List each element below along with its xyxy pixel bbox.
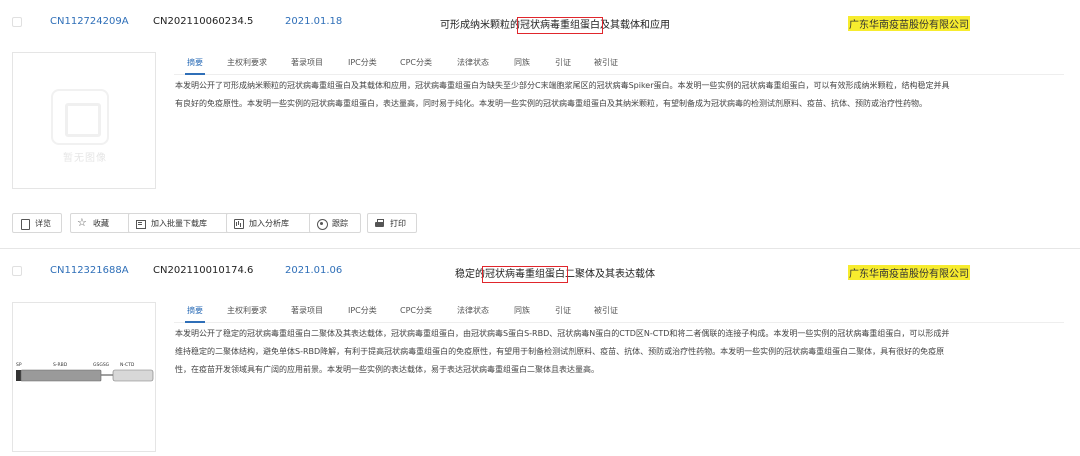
diagram-label: S-RBD bbox=[53, 362, 68, 368]
star-icon bbox=[77, 216, 87, 229]
detail-tabs: 摘要 主权利要求 著录项目 IPC分类 CPC分类 法律状态 同族 引证 被引证 bbox=[174, 53, 1064, 75]
publication-number-link[interactable]: CN112321688A bbox=[50, 265, 129, 276]
diagram-s-rbd-block bbox=[20, 369, 102, 382]
abstract-line: 性，在疫苗开发领域具有广阔的应用前景。本发明一些实例的表达载体，易于表达冠状病毒… bbox=[175, 365, 599, 374]
tab-main-claim[interactable]: 主权利要求 bbox=[227, 305, 267, 316]
abstract-text: 本发明公开了可形成纳米颗粒的冠状病毒重组蛋白及其载体和应用，冠状病毒重组蛋白为缺… bbox=[175, 77, 1065, 113]
diagram-label: SP bbox=[16, 362, 22, 368]
track-icon bbox=[317, 218, 328, 230]
tab-citations[interactable]: 引证 bbox=[555, 305, 571, 316]
result-header: CN112724209A CN202110060234.5 2021.01.18… bbox=[0, 0, 1080, 44]
title-highlight-term: 冠状病毒重组蛋白 bbox=[482, 266, 568, 283]
title-prefix: 可形成纳米颗粒的 bbox=[440, 20, 520, 31]
filing-date: 2021.01.18 bbox=[285, 16, 343, 27]
no-image-text: 暂无图像 bbox=[63, 153, 107, 164]
abstract-line: 本发明公开了稳定的冠状病毒重组蛋白二聚体及其表达载体，冠状病毒重组蛋白，由冠状病… bbox=[175, 329, 950, 338]
detail-tabs: 摘要 主权利要求 著录项目 IPC分类 CPC分类 法律状态 同族 引证 被引证 bbox=[174, 301, 1064, 323]
applicant-name[interactable]: 广东华南疫苗股份有限公司 bbox=[848, 265, 970, 280]
add-analysis-button[interactable]: 加入分析库 bbox=[226, 213, 314, 233]
applicant-name[interactable]: 广东华南疫苗股份有限公司 bbox=[848, 16, 970, 31]
tab-abstract[interactable]: 摘要 bbox=[185, 57, 205, 75]
add-batch-download-button[interactable]: 加入批量下载库 bbox=[128, 213, 230, 233]
diagram-sp-block bbox=[16, 370, 21, 381]
tab-citations[interactable]: 引证 bbox=[555, 57, 571, 68]
track-button[interactable]: 跟踪 bbox=[309, 213, 361, 233]
tab-cpc[interactable]: CPC分类 bbox=[400, 305, 432, 316]
diagram-n-ctd-block bbox=[112, 369, 154, 382]
patent-result-2: CN112321688A CN202110010174.6 2021.01.06… bbox=[0, 248, 1080, 452]
patent-drawing-thumbnail[interactable]: SP S-RBD GSGSG N-CTD bbox=[12, 302, 156, 452]
diagram-label: N-CTD bbox=[120, 362, 135, 368]
tab-family[interactable]: 同族 bbox=[514, 305, 530, 316]
abstract-line: 有良好的免疫原性。本发明一些实例的冠状病毒重组蛋白，表达量高，同时易于纯化。本发… bbox=[175, 99, 927, 108]
print-icon bbox=[375, 218, 384, 228]
patent-title[interactable]: 稳定的冠状病毒重组蛋白二聚体及其表达载体 bbox=[455, 265, 655, 283]
patent-thumbnail-placeholder[interactable]: 暂无图像 bbox=[12, 52, 156, 189]
detail-icon bbox=[20, 218, 30, 230]
tab-cited-by[interactable]: 被引证 bbox=[594, 305, 618, 316]
abstract-text: 本发明公开了稳定的冠状病毒重组蛋白二聚体及其表达载体，冠状病毒重组蛋白，由冠状病… bbox=[175, 325, 1065, 379]
diagram-label: GSGSG bbox=[93, 362, 110, 368]
analysis-icon bbox=[234, 218, 244, 229]
tab-cpc[interactable]: CPC分类 bbox=[400, 57, 432, 68]
tab-legal-status[interactable]: 法律状态 bbox=[457, 305, 489, 316]
construct-diagram: SP S-RBD GSGSG N-CTD bbox=[16, 362, 154, 382]
patent-title[interactable]: 可形成纳米颗粒的冠状病毒重组蛋白及其载体和应用 bbox=[440, 16, 670, 34]
favorite-button[interactable]: 收藏 bbox=[70, 213, 132, 233]
tab-legal-status[interactable]: 法律状态 bbox=[457, 57, 489, 68]
tab-bibliographic[interactable]: 著录项目 bbox=[291, 305, 323, 316]
select-checkbox[interactable] bbox=[12, 17, 22, 27]
filing-date: 2021.01.06 bbox=[285, 265, 343, 276]
tab-main-claim[interactable]: 主权利要求 bbox=[227, 57, 267, 68]
tab-bibliographic[interactable]: 著录项目 bbox=[291, 57, 323, 68]
title-highlight-term: 冠状病毒重组蛋白 bbox=[517, 17, 603, 34]
application-number: CN202110010174.6 bbox=[153, 265, 254, 276]
publication-number-link[interactable]: CN112724209A bbox=[50, 16, 129, 27]
title-prefix: 稳定的 bbox=[455, 269, 485, 280]
detail-button[interactable]: 详览 bbox=[12, 213, 62, 233]
tab-ipc[interactable]: IPC分类 bbox=[348, 305, 377, 316]
batch-download-icon bbox=[136, 219, 146, 229]
image-placeholder-icon bbox=[51, 89, 109, 145]
tab-ipc[interactable]: IPC分类 bbox=[348, 57, 377, 68]
abstract-line: 维持稳定的二聚体结构，避免单体S-RBD降解，有利于提高冠状病毒重组蛋白的免疫原… bbox=[175, 347, 945, 356]
patent-result-1: CN112724209A CN202110060234.5 2021.01.18… bbox=[0, 0, 1080, 248]
abstract-line: 本发明公开了可形成纳米颗粒的冠状病毒重组蛋白及其载体和应用，冠状病毒重组蛋白为缺… bbox=[175, 81, 950, 90]
title-suffix: 二聚体及其表达载体 bbox=[565, 269, 655, 280]
application-number: CN202110060234.5 bbox=[153, 16, 254, 27]
tab-cited-by[interactable]: 被引证 bbox=[594, 57, 618, 68]
tab-abstract[interactable]: 摘要 bbox=[185, 305, 205, 323]
select-checkbox[interactable] bbox=[12, 266, 22, 276]
print-button[interactable]: 打印 bbox=[367, 213, 417, 233]
result-header: CN112321688A CN202110010174.6 2021.01.06… bbox=[0, 248, 1080, 292]
title-suffix: 及其载体和应用 bbox=[600, 20, 670, 31]
tab-family[interactable]: 同族 bbox=[514, 57, 530, 68]
